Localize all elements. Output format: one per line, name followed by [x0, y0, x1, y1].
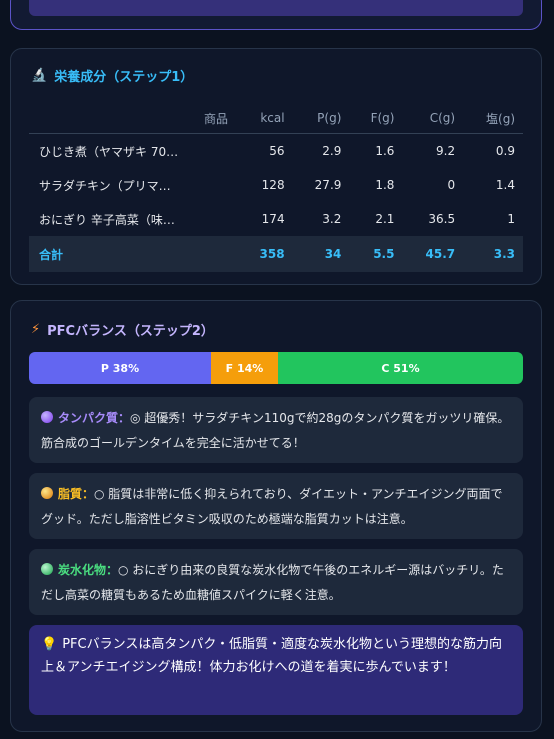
- green-circle-icon: [41, 563, 53, 575]
- table-row: おにぎり 辛子高菜（味… 174 3.2 2.1 36.5 1: [29, 202, 523, 236]
- pfc-card: ⚡ PFCバランス（ステップ2） P 38% F 14% C 51% タンパク質…: [10, 300, 542, 732]
- cell-protein: 2.9: [322, 144, 342, 158]
- pfc-summary-text: PFCバランスは高タンパク・低脂質・適度な炭水化物という理想的な筋力向上＆アンチ…: [41, 637, 503, 675]
- lightbulb-icon: 💡: [41, 637, 58, 652]
- total-carb: 45.7: [402, 236, 464, 272]
- cell-carb: 36.5: [428, 212, 456, 226]
- fat-note-text: ○ 脂質は非常に低く抑えられており、ダイエット・アンチエイジング両面でグッド。た…: [41, 487, 503, 526]
- table-header-row: 商品 kcal P(g) F(g) C(g) 塩(g): [29, 103, 523, 134]
- cell-salt: 1: [507, 212, 515, 226]
- col-protein: P(g): [292, 103, 350, 134]
- nutrition-card: 🔬 栄養成分（ステップ1） 商品 kcal P(g) F(g) C(g) 塩(g…: [10, 48, 542, 285]
- protein-note: タンパク質：◎ 超優秀！サラダチキン110gで約28gのタンパク質をガッツリ確保…: [29, 397, 523, 463]
- total-row: 合計 358 34 5.5 45.7 3.3: [29, 236, 523, 272]
- nutrition-title: 🔬 栄養成分（ステップ1）: [31, 66, 193, 85]
- col-kcal: kcal: [237, 103, 293, 134]
- cell-fat: 1.6: [375, 144, 395, 158]
- col-salt: 塩(g): [463, 103, 523, 134]
- cell-product: ひじき煮（ヤマザキ 70…: [39, 144, 179, 159]
- total-protein: 34: [292, 236, 350, 272]
- lightning-icon: ⚡: [31, 322, 41, 337]
- cell-product: サラダチキン（プリマ…: [39, 178, 171, 193]
- yellow-circle-icon: [41, 487, 53, 499]
- fat-note: 脂質：○ 脂質は非常に低く抑えられており、ダイエット・アンチエイジング両面でグッ…: [29, 473, 523, 539]
- table-row: サラダチキン（プリマ… 128 27.9 1.8 0 1.4: [29, 168, 523, 202]
- protein-note-label: タンパク質：: [58, 411, 131, 425]
- pfc-bar-carb: C 51%: [278, 352, 523, 384]
- pfc-title: ⚡ PFCバランス（ステップ2）: [31, 320, 214, 339]
- cell-fat: 1.8: [375, 178, 395, 192]
- pfc-bar-fat: F 14%: [211, 352, 278, 384]
- total-fat: 5.5: [349, 236, 403, 272]
- cell-kcal: 128: [261, 178, 285, 192]
- carb-note-label: 炭水化物：: [58, 563, 119, 577]
- previous-card-banner: [29, 0, 523, 16]
- carb-note: 炭水化物：○ おにぎり由来の良質な炭水化物で午後のエネルギー源はバッチリ。ただし…: [29, 549, 523, 615]
- total-label: 合計: [29, 236, 238, 272]
- nutrition-table: 商品 kcal P(g) F(g) C(g) 塩(g) ひじき煮（ヤマザキ 70…: [29, 103, 523, 272]
- previous-card: [10, 0, 542, 30]
- total-kcal: 358: [237, 236, 293, 272]
- col-fat: F(g): [349, 103, 403, 134]
- col-carb: C(g): [402, 103, 464, 134]
- col-product: 商品: [29, 103, 238, 134]
- cell-carb: 9.2: [436, 144, 456, 158]
- purple-circle-icon: [41, 411, 53, 423]
- cell-salt: 1.4: [495, 178, 515, 192]
- cell-protein: 3.2: [322, 212, 342, 226]
- cell-protein: 27.9: [314, 178, 342, 192]
- pfc-bar-protein: P 38%: [29, 352, 211, 384]
- total-salt: 3.3: [463, 236, 523, 272]
- pfc-balance-bar: P 38% F 14% C 51%: [29, 352, 523, 384]
- pfc-summary: 💡 PFCバランスは高タンパク・低脂質・適度な炭水化物という理想的な筋力向上＆アン…: [29, 625, 523, 715]
- nutrition-title-text: 栄養成分（ステップ1）: [54, 70, 194, 85]
- cell-carb: 0: [447, 178, 456, 192]
- pfc-title-text: PFCバランス（ステップ2）: [47, 324, 214, 339]
- table-row: ひじき煮（ヤマザキ 70… 56 2.9 1.6 9.2 0.9: [29, 134, 523, 169]
- cell-product: おにぎり 辛子高菜（味…: [39, 212, 175, 227]
- fat-note-label: 脂質：: [58, 487, 95, 501]
- microscope-icon: 🔬: [31, 68, 48, 83]
- cell-kcal: 56: [269, 144, 285, 158]
- cell-kcal: 174: [261, 212, 285, 226]
- cell-fat: 2.1: [375, 212, 395, 226]
- cell-salt: 0.9: [495, 144, 515, 158]
